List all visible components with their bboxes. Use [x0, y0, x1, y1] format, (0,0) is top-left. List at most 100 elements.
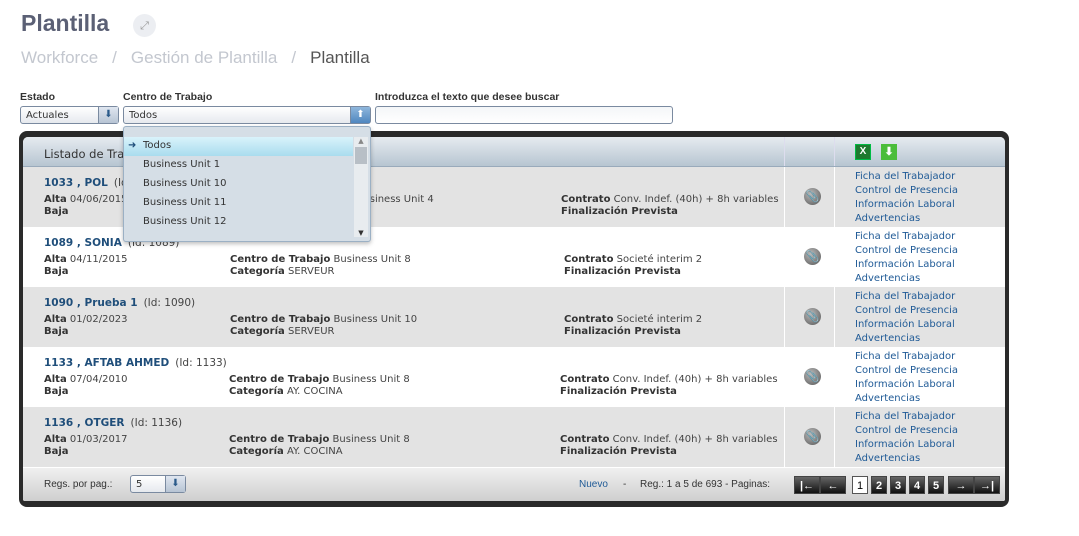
breadcrumb-separator: /	[291, 48, 297, 67]
alta-value: 01/02/2023	[69, 314, 128, 325]
link-advertencias[interactable]: Advertencias	[855, 332, 958, 346]
categoria-label: Categoría	[230, 326, 285, 337]
link-laboral[interactable]: Información Laboral	[855, 258, 958, 272]
worker-name[interactable]: 1033 , POL	[44, 177, 108, 189]
finalizacion-label: Finalización Prevista	[560, 446, 677, 457]
dropdown-option[interactable]: Business Unit 1	[124, 156, 353, 175]
link-presencia[interactable]: Control de Presencia	[855, 364, 958, 378]
centro-label: Centro de Trabajo	[230, 314, 331, 325]
last-page-button[interactable]: →|	[974, 476, 1000, 494]
link-ficha[interactable]: Ficha del Trabajador	[855, 290, 958, 304]
search-input[interactable]	[375, 106, 673, 124]
breadcrumb-gestion[interactable]: Gestión de Plantilla	[131, 48, 277, 67]
excel-export-icon[interactable]: X	[855, 144, 871, 160]
finalizacion-label: Finalización Prevista	[564, 326, 681, 337]
breadcrumb: Workforce / Gestión de Plantilla / Plantilla	[21, 48, 384, 68]
worker-name[interactable]: 1136 , OTGER	[44, 417, 125, 429]
centro-value: Business Unit 10	[333, 314, 418, 325]
arrow-up-icon[interactable]: ⬆	[350, 107, 370, 123]
paperclip-icon[interactable]: 📎	[804, 368, 821, 385]
paperclip-icon[interactable]: 📎	[804, 248, 821, 265]
breadcrumb-workforce[interactable]: Workforce	[21, 48, 98, 67]
link-ficha[interactable]: Ficha del Trabajador	[855, 170, 958, 184]
centro-select[interactable]: Todos ⬆	[123, 106, 371, 124]
categoria-label: Categoría	[230, 266, 285, 277]
paperclip-icon[interactable]: 📎	[804, 428, 821, 445]
link-laboral[interactable]: Información Laboral	[855, 318, 958, 332]
page-title: Plantilla	[21, 10, 110, 36]
contrato-value: Conv. Indef. (40h) + 8h variables	[612, 374, 778, 385]
categoria-value: AY. COCINA	[286, 446, 343, 457]
option-label: Business Unit 12	[143, 216, 227, 227]
estado-select[interactable]: Actuales ⬇	[20, 106, 119, 124]
link-laboral[interactable]: Información Laboral	[855, 378, 958, 392]
worker-id: (Id: 1090)	[143, 297, 196, 309]
table-row: 1090 , Prueba 1 (Id: 1090) Alta 01/02/202…	[23, 287, 1005, 347]
link-presencia[interactable]: Control de Presencia	[855, 424, 958, 438]
link-laboral[interactable]: Información Laboral	[855, 198, 958, 212]
alta-label: Alta	[44, 194, 67, 205]
prev-page-button[interactable]: ←	[820, 476, 846, 494]
worker-id: (Id: 1133)	[175, 357, 227, 369]
per-page-value: 5	[136, 479, 143, 490]
alta-value: 01/03/2017	[69, 434, 128, 445]
worker-name[interactable]: 1090 , Prueba 1	[44, 297, 138, 309]
contrato-value: Societé interim 2	[616, 314, 703, 325]
paperclip-icon[interactable]: 📎	[804, 188, 821, 205]
link-advertencias[interactable]: Advertencias	[855, 272, 958, 286]
next-page-button[interactable]: →	[948, 476, 974, 494]
contrato-value: Conv. Indef. (40h) + 8h variables	[613, 194, 779, 205]
page-4-button[interactable]: 4	[909, 476, 925, 494]
link-advertencias[interactable]: Advertencias	[855, 212, 958, 226]
centro-label: Centro de Trabajo	[229, 434, 330, 445]
baja-label: Baja	[44, 446, 69, 457]
dropdown-option[interactable]: ➜ Todos	[124, 137, 353, 156]
link-ficha[interactable]: Ficha del Trabajador	[855, 410, 958, 424]
option-label: Business Unit 11	[143, 197, 227, 208]
centro-value: Business Unit 8	[332, 434, 410, 445]
expand-arrows-icon[interactable]: ⤢	[133, 14, 156, 37]
finalizacion-label: Finalización Prevista	[561, 206, 678, 217]
page-3-button[interactable]: 3	[890, 476, 906, 494]
centro-dropdown-list: ➜ Todos Business Unit 1 Business Unit 10 Bus…	[123, 126, 371, 242]
page-5-button[interactable]: 5	[928, 476, 944, 494]
dropdown-option[interactable]: Business Unit 10	[124, 175, 353, 194]
link-laboral[interactable]: Información Laboral	[855, 438, 958, 452]
link-presencia[interactable]: Control de Presencia	[855, 244, 958, 258]
per-page-select[interactable]: 5 ⬇	[130, 475, 186, 493]
paperclip-icon[interactable]: 📎	[804, 308, 821, 325]
dropdown-option[interactable]: Business Unit 12	[124, 213, 353, 232]
page-2-button[interactable]: 2	[871, 476, 887, 494]
worker-name-link[interactable]: 1136 , OTGER (Id: 1136)	[44, 417, 182, 429]
arrow-down-icon[interactable]: ⬇	[98, 107, 118, 123]
download-icon[interactable]: ⬇	[881, 144, 897, 160]
alta-label: Alta	[44, 374, 67, 385]
arrow-down-icon[interactable]: ⬇	[165, 476, 185, 492]
link-advertencias[interactable]: Advertencias	[855, 392, 958, 406]
first-page-button[interactable]: |←	[794, 476, 820, 494]
contrato-label: Contrato	[560, 434, 610, 445]
baja-label: Baja	[44, 386, 69, 397]
categoria-label: Categoría	[229, 386, 284, 397]
dropdown-scrollbar[interactable]: ▲ ▼	[354, 137, 368, 237]
worker-name[interactable]: 1089 , SONIA	[44, 237, 122, 249]
contrato-label: Contrato	[560, 374, 610, 385]
page-1-button[interactable]: 1	[852, 476, 868, 494]
centro-value: Business Unit 8	[332, 374, 410, 385]
breadcrumb-separator: /	[112, 48, 117, 67]
link-presencia[interactable]: Control de Presencia	[855, 184, 958, 198]
categoria-value: SERVEUR	[287, 266, 335, 277]
per-page-label: Regs. por pag.:	[44, 479, 113, 490]
worker-name-link[interactable]: 1090 , Prueba 1 (Id: 1090)	[44, 297, 195, 309]
worker-name[interactable]: 1133 , AFTAB AHMED	[44, 357, 169, 369]
worker-name-link[interactable]: 1133 , AFTAB AHMED (Id: 1133)	[44, 357, 227, 369]
nuevo-link[interactable]: Nuevo	[579, 479, 608, 490]
link-ficha[interactable]: Ficha del Trabajador	[855, 230, 958, 244]
link-presencia[interactable]: Control de Presencia	[855, 304, 958, 318]
dropdown-option[interactable]: Business Unit 11	[124, 194, 353, 213]
separator: -	[623, 479, 627, 490]
link-advertencias[interactable]: Advertencias	[855, 452, 958, 466]
centro-label: Centro de Trabajo	[123, 91, 213, 103]
categoria-value: AY. COCINA	[286, 386, 343, 397]
link-ficha[interactable]: Ficha del Trabajador	[855, 350, 958, 364]
